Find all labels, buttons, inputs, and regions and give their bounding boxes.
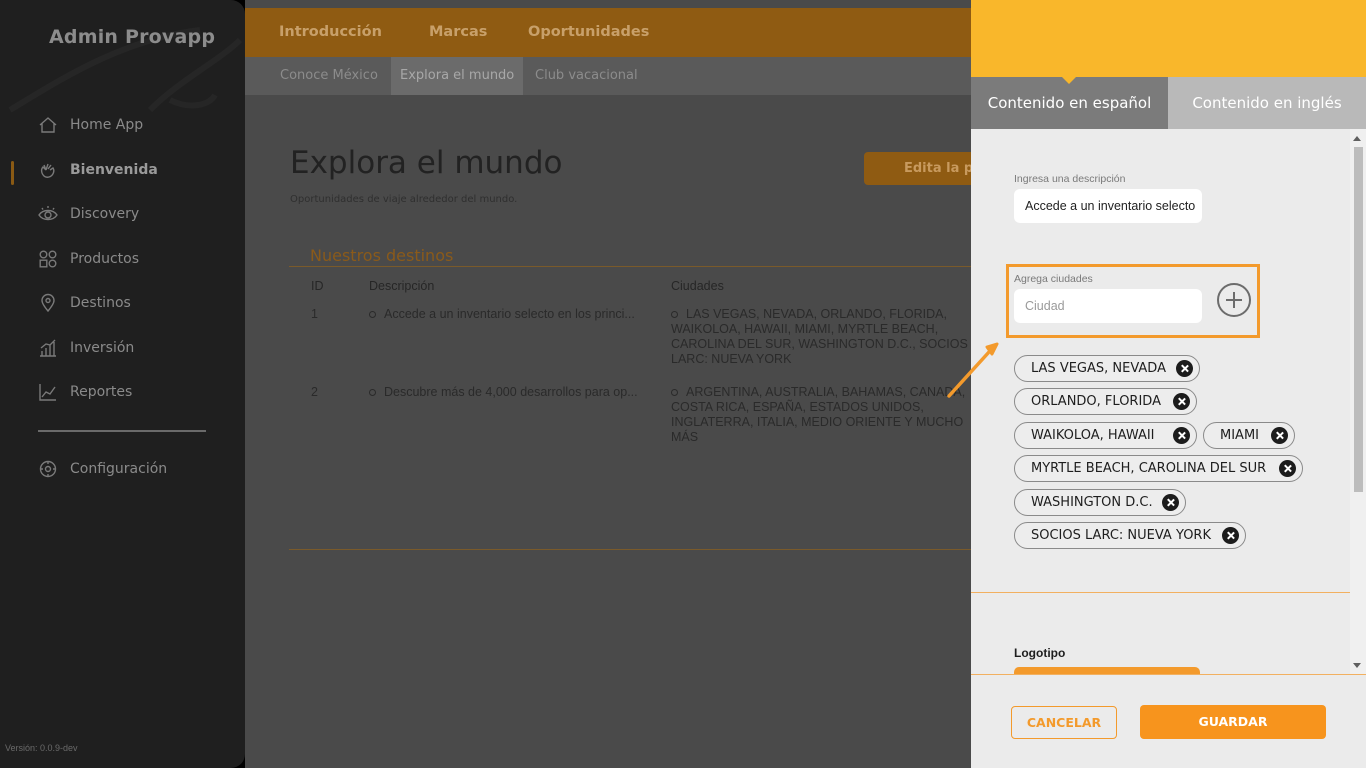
column-header-id: ID [311,279,324,293]
remove-chip-close-icon[interactable] [1162,494,1179,511]
bar-chart-icon [40,339,56,357]
panel-divider [971,592,1350,593]
bullet-icon [369,311,376,318]
section-bottom-divider [289,549,971,550]
sidebar-item-discovery[interactable]: Discovery [38,202,139,226]
location-pin-icon [41,293,55,313]
row-id: 1 [311,307,318,321]
row-cities: ARGENTINA, AUSTRALIA, BAHAMAS, CANADÁ, C… [671,385,966,444]
grid-icon [39,250,57,268]
bullet-icon [671,389,678,396]
page-title: Explora el mundo [290,145,563,181]
save-button[interactable]: GUARDAR [1140,705,1326,739]
row-description: Accede a un inventario selecto en los pr… [369,307,659,322]
sidebar-item-label: Destinos [70,295,131,311]
city-chip: WASHINGTON D.C. [1014,489,1186,516]
remove-chip-close-icon[interactable] [1173,393,1190,410]
sidebar-item-inversion[interactable]: Inversión [38,336,134,360]
scroll-up-arrow-icon[interactable] [1353,136,1361,141]
page-subtitle: Oportunidades de viaje alrededor del mun… [290,194,518,205]
gear-icon [39,460,57,478]
row-description: Descubre más de 4,000 desarrollos para o… [369,385,659,400]
cancel-button[interactable]: CANCELAR [1011,706,1117,739]
sidebar-item-label: Home App [70,117,144,133]
sidebar-item-label: Inversión [70,340,135,356]
sidebar-item-label: Productos [70,251,140,267]
section-title: Nuestros destinos [310,246,454,265]
panel-header [971,0,1366,77]
row-cities: LAS VEGAS, NEVADA, ORLANDO, FLORIDA, WAI… [671,307,968,366]
description-label: Ingresa una descripción [1014,173,1126,185]
footer-divider [971,674,1366,675]
cities-label: Agrega ciudades [1014,273,1093,285]
subtab-conoce-mexico[interactable]: Conoce México [280,57,378,95]
wave-hand-icon [40,163,55,178]
sidebar-divider [38,430,206,432]
remove-chip-close-icon[interactable] [1271,427,1288,444]
description-input[interactable]: Accede a un inventario selecto [1014,189,1202,223]
sidebar-item-label: Configuración [70,461,168,477]
city-chip: LAS VEGAS, NEVADA [1014,355,1200,382]
sidebar-item-destinos[interactable]: Destinos [38,291,131,315]
pointer-arrow-icon [947,342,999,398]
scrollbar-thumb[interactable] [1354,147,1363,492]
remove-chip-close-icon[interactable] [1222,527,1239,544]
app-brand: Admin Provapp [49,26,216,48]
remove-chip-close-icon[interactable] [1279,460,1296,477]
edit-panel: Contenido en español Contenido en inglés… [947,0,1366,768]
tab-contenido-ingles[interactable]: Contenido en inglés [1168,77,1366,129]
sidebar-item-reportes[interactable]: Reportes [38,380,132,404]
city-chip: ORLANDO, FLORIDA [1014,388,1197,415]
main-content: Introducción Marcas Oportunidades Conoce… [245,0,971,768]
subtab-club-vacacional[interactable]: Club vacacional [535,57,638,95]
row-id: 2 [311,385,318,399]
city-chip: WAIKOLOA, HAWAII [1014,422,1197,449]
city-chip: MIAMI [1203,422,1295,449]
sidebar-item-label: Discovery [70,206,140,222]
column-header-ciudades: Ciudades [671,279,724,293]
tab-contenido-espanol[interactable]: Contenido en español [971,76,1168,129]
edit-page-button[interactable]: Edita la po [864,152,971,185]
bullet-icon [671,311,678,318]
sidebar-item-label: Reportes [70,384,133,400]
bullet-icon [369,389,376,396]
language-tabs: Contenido en español Contenido en inglés [971,76,1366,129]
line-chart-icon [39,384,56,401]
top-nav-bar: Introducción Marcas Oportunidades [245,8,971,58]
tab-marcas[interactable]: Marcas [429,24,487,40]
remove-chip-close-icon[interactable] [1173,427,1190,444]
home-icon [39,117,57,133]
city-chip: MYRTLE BEACH, CAROLINA DEL SUR [1014,455,1303,482]
subtab-explora-el-mundo[interactable]: Explora el mundo [391,57,524,95]
city-input[interactable]: Ciudad [1014,289,1202,323]
logo-label: Logotipo [1014,646,1066,660]
version-label: Versión: 0.0.9-dev [5,743,78,753]
tab-oportunidades[interactable]: Oportunidades [528,24,649,40]
sidebar-item-configuracion[interactable]: Configuración [38,457,167,481]
sidebar-item-home-app[interactable]: Home App [38,113,143,137]
add-city-plus-icon[interactable] [1217,283,1251,317]
city-chip: SOCIOS LARC: NUEVA YORK [1014,522,1246,549]
eye-icon [38,206,58,221]
sub-nav-bar: Conoce México Explora el mundo Club vaca… [245,57,971,95]
sidebar: Admin Provapp Home App Bienvenida Discov… [0,0,245,768]
tab-introduccion[interactable]: Introducción [279,24,382,40]
sidebar-item-bienvenida[interactable]: Bienvenida [38,158,158,182]
sidebar-item-label: Bienvenida [70,162,158,178]
sidebar-item-productos[interactable]: Productos [38,247,139,271]
remove-chip-close-icon[interactable] [1176,360,1193,377]
scroll-down-arrow-icon[interactable] [1353,663,1361,668]
section-divider [289,266,971,267]
active-indicator [11,161,14,185]
column-header-descripcion: Descripción [369,279,435,293]
